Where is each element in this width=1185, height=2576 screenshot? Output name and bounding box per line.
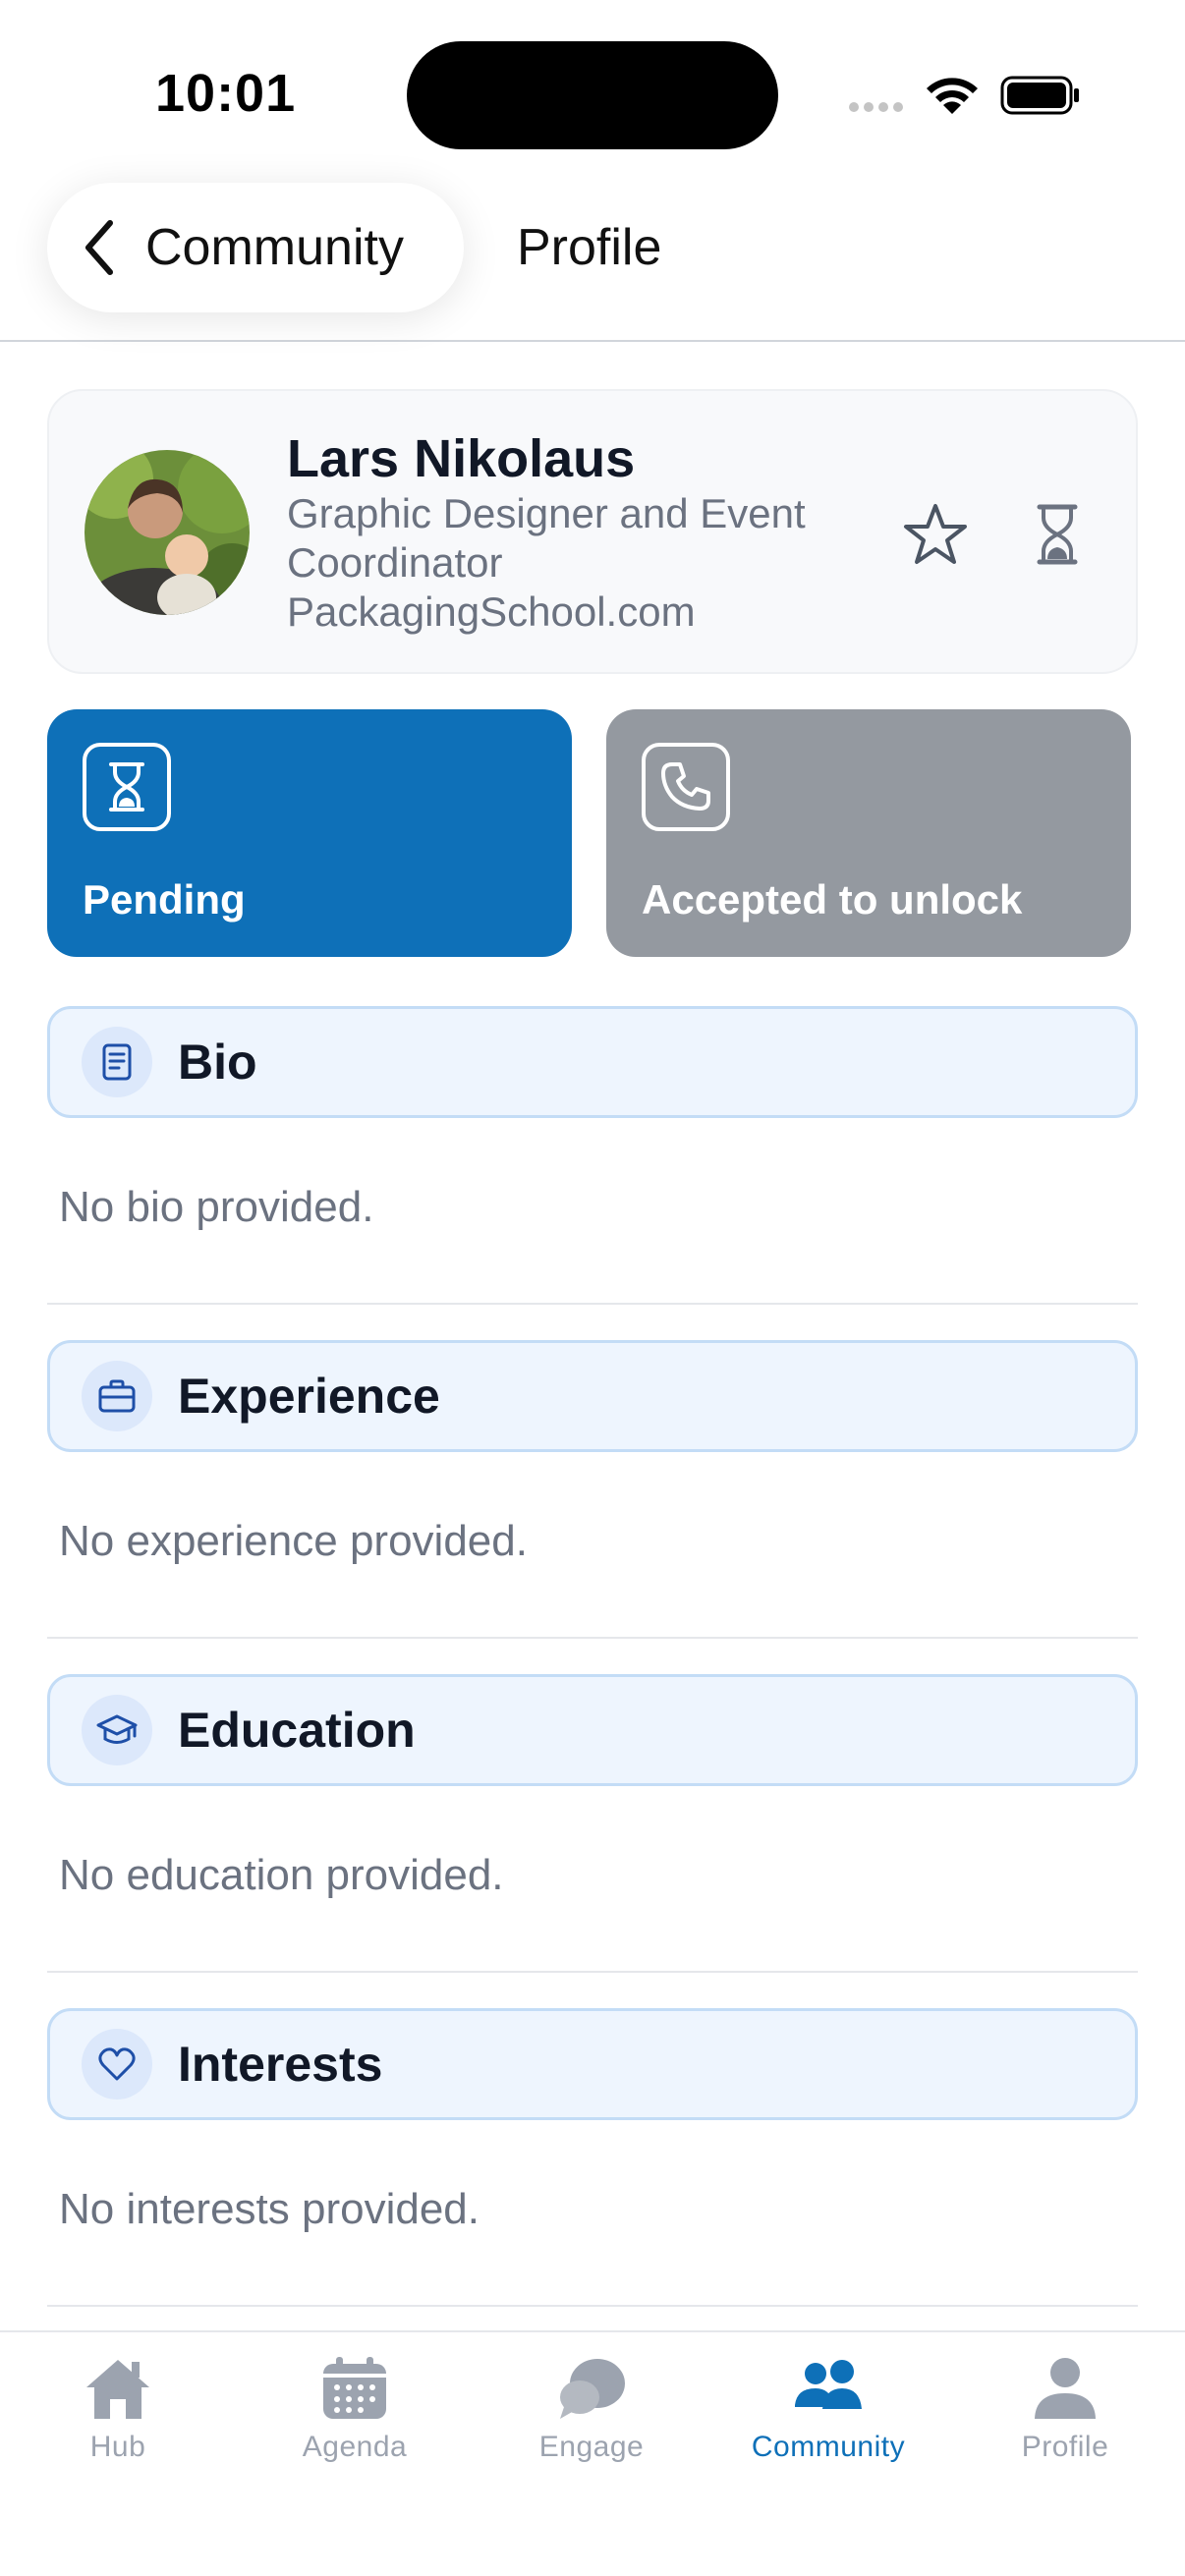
profile-name: Lars Nikolaus [287, 429, 636, 488]
person-icon [1035, 2358, 1096, 2419]
heart-icon [82, 2029, 152, 2100]
tab-label-engage: Engage [538, 2431, 645, 2463]
bio-text: No bio provided. [59, 1183, 374, 1231]
avatar [85, 450, 250, 615]
tab-community[interactable]: Community [710, 2356, 946, 2464]
document-icon [82, 1027, 152, 1097]
back-button[interactable]: Community [47, 183, 464, 312]
home-icon [86, 2360, 149, 2419]
section-title-interests: Interests [178, 2037, 383, 2092]
star-icon [904, 504, 967, 564]
profile-company: PackagingSchool.com [287, 588, 696, 635]
experience-text: No experience provided. [59, 1517, 528, 1565]
pending-status-button[interactable] [1022, 499, 1093, 570]
tab-profile[interactable]: Profile [947, 2356, 1183, 2464]
accepted-to-unlock-label: Accepted to unlock [642, 876, 1023, 923]
tab-hub[interactable]: Hub [0, 2356, 236, 2464]
pending-label: Pending [83, 876, 246, 923]
dynamic-island [407, 41, 778, 149]
divider [47, 1971, 1138, 1973]
section-header-interests[interactable]: Interests [47, 2008, 1138, 2120]
navigation-header: Community Profile [0, 167, 1185, 342]
people-icon [795, 2360, 862, 2409]
chat-bubbles-icon [560, 2359, 625, 2419]
section-title-education: Education [178, 1703, 416, 1758]
wifi-icon [927, 78, 978, 114]
divider [47, 1303, 1138, 1305]
chevron-left-icon [85, 220, 113, 275]
section-header-bio[interactable]: Bio [47, 1006, 1138, 1118]
tab-label-profile: Profile [1021, 2431, 1109, 2463]
back-button-label: Community [145, 219, 404, 276]
pending-tile[interactable]: Pending [47, 709, 572, 957]
divider [47, 2305, 1138, 2307]
tab-label-community: Community [751, 2431, 906, 2463]
section-header-education[interactable]: Education [47, 1674, 1138, 1786]
divider [47, 1637, 1138, 1639]
hourglass-icon [1037, 504, 1078, 565]
education-text: No education provided. [59, 1851, 504, 1899]
favorite-button[interactable] [900, 499, 971, 570]
cellular-signal-icon [849, 102, 903, 112]
graduation-cap-icon [82, 1695, 152, 1765]
tab-engage[interactable]: Engage [474, 2356, 709, 2464]
calendar-icon [323, 2357, 386, 2419]
page-title: Profile [517, 219, 662, 276]
hourglass-icon [83, 743, 171, 831]
section-title-experience: Experience [178, 1369, 440, 1424]
battery-icon [1000, 76, 1079, 115]
section-title-bio: Bio [178, 1035, 257, 1090]
profile-role: Graphic Designer and Event Coordinator [287, 490, 806, 586]
tab-bar: Hub Agenda Engage Community Profile [0, 2330, 1185, 2576]
tab-label-hub: Hub [89, 2431, 146, 2463]
tab-agenda[interactable]: Agenda [237, 2356, 473, 2464]
section-header-experience[interactable]: Experience [47, 1340, 1138, 1452]
profile-card: Lars Nikolaus Graphic Designer and Event… [47, 389, 1138, 674]
accepted-to-unlock-tile[interactable]: Accepted to unlock [606, 709, 1131, 957]
briefcase-icon [82, 1361, 152, 1431]
status-time: 10:01 [155, 64, 297, 123]
phone-icon [642, 743, 730, 831]
interests-text: No interests provided. [59, 2185, 480, 2233]
tab-label-agenda: Agenda [302, 2431, 408, 2463]
status-bar: 10:01 [0, 0, 1185, 167]
